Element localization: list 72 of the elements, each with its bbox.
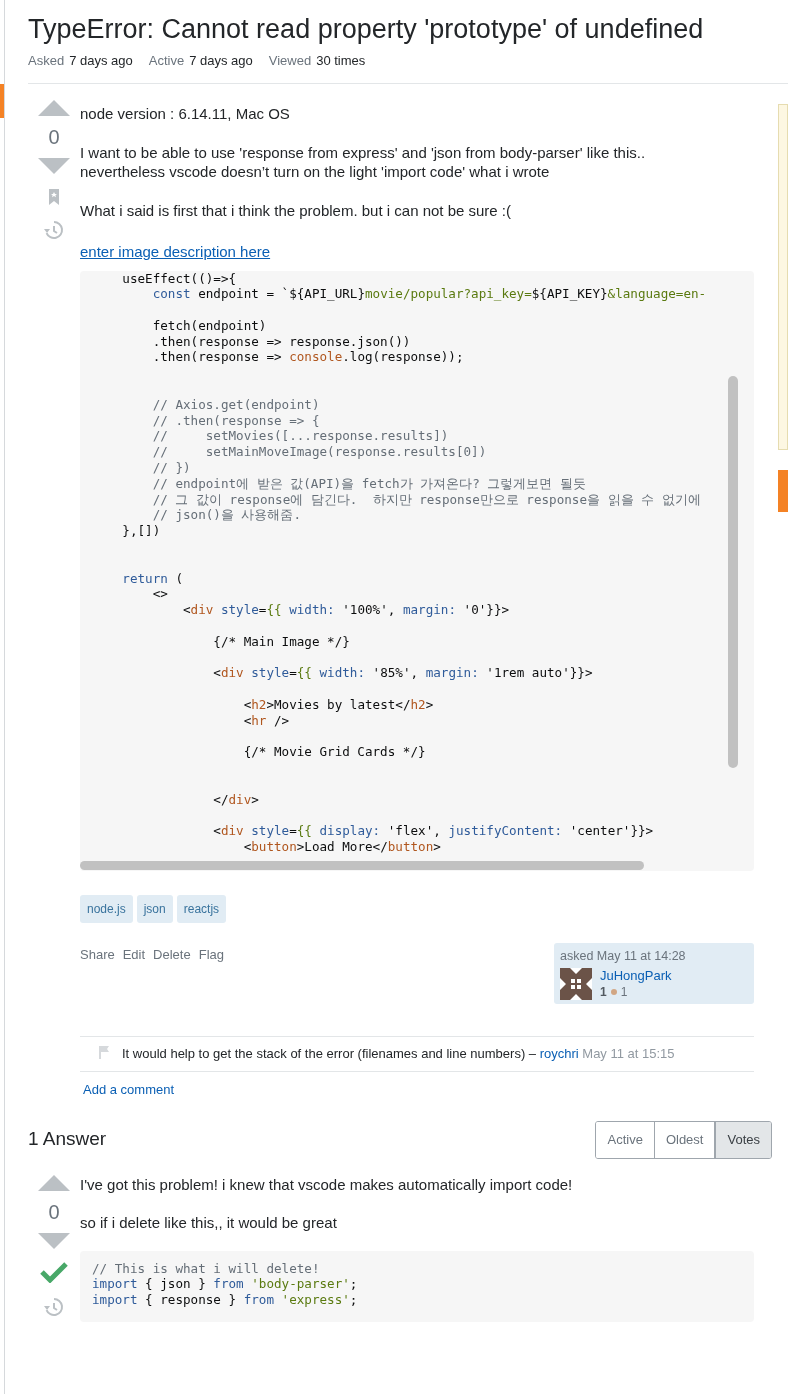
question-title: TypeError: Cannot read property 'prototype' of undefined bbox=[28, 13, 705, 46]
meta-value: 7 days ago bbox=[189, 52, 253, 70]
post-action-link[interactable]: Share bbox=[80, 944, 115, 964]
history-icon[interactable] bbox=[44, 219, 64, 240]
code-line: // This is what i will delete! bbox=[92, 1260, 321, 1277]
comment-author-link[interactable]: roychri bbox=[539, 1045, 579, 1061]
asked-time: asked May 11 at 14:28 bbox=[560, 947, 687, 964]
comment-text: It would help to get the stack of the error (filenames and line numbers) – roychri May 11 at 15:15 bbox=[122, 1044, 675, 1063]
post-action-link[interactable]: Delete bbox=[153, 944, 191, 964]
code-line: <div style={{ width: '85%', margin: '1rem auto'}}> bbox=[212, 665, 594, 682]
code-line: <button>Load More</button> bbox=[242, 839, 442, 855]
bookmark-icon[interactable] bbox=[48, 187, 60, 206]
question-paragraph: I want to be able to use 'response from express' and 'json from body-parser' like this.. nevertheless vscode doesn’t turn on the light 'import code' what i wrote bbox=[80, 142, 647, 181]
meta-label: Active bbox=[148, 52, 185, 70]
code-line: return ( bbox=[121, 570, 184, 587]
question-paragraph: What i said is first that i think the problem. but i can not be sure :( bbox=[80, 200, 513, 220]
tag[interactable]: json bbox=[136, 894, 173, 923]
vertical-scrollbar[interactable] bbox=[728, 375, 738, 768]
vote-count: 0 bbox=[48, 1199, 60, 1225]
tag[interactable]: reactjs bbox=[176, 894, 227, 923]
sidebar-button[interactable] bbox=[778, 470, 788, 512]
downvote-arrow-icon[interactable] bbox=[38, 1232, 70, 1249]
code-line: <div style={{ display: 'flex', justifyContent: 'center'}}> bbox=[212, 823, 655, 840]
code-line: import { response } from 'express'; bbox=[92, 1292, 359, 1308]
code-line: // .then(response => { bbox=[151, 412, 321, 429]
user-name-link[interactable]: JuHongPark bbox=[600, 967, 672, 984]
code-line: // endpoint에 받은 값(API)을 fetch가 가져온다? 그렇게보면 될듯 bbox=[151, 475, 587, 492]
code-line: <div style={{ width: '100%', margin: '0'}}> bbox=[182, 602, 511, 619]
vote-count: 0 bbox=[48, 124, 60, 150]
post-action-link[interactable]: Edit bbox=[122, 944, 146, 964]
post-action-link[interactable]: Flag bbox=[198, 944, 224, 964]
code-line: .then(response => console.log(response)); bbox=[151, 349, 465, 366]
code-line: // setMainMoveImage(response.results[0]) bbox=[151, 444, 488, 461]
code-line: // setMovies([...response.results]) bbox=[151, 428, 450, 445]
badge-count: 1 bbox=[620, 983, 628, 1000]
history-icon[interactable] bbox=[44, 1296, 64, 1317]
code-line: import { json } from 'body-parser'; bbox=[92, 1276, 359, 1293]
code-line: <h2>Movies by latest</h2> bbox=[242, 697, 435, 713]
active-indicator bbox=[0, 84, 4, 118]
answer-paragraph: so if i delete like this,, it would be great bbox=[80, 1212, 338, 1233]
flag-icon[interactable] bbox=[98, 1044, 110, 1059]
code-line: <> bbox=[151, 586, 169, 603]
code-line: fetch(endpoint) bbox=[151, 317, 268, 334]
code-line: {/* Main Image */} bbox=[212, 633, 351, 650]
code-line: useEffect(()=>{ bbox=[121, 270, 238, 287]
code-line: },[]) bbox=[121, 523, 162, 540]
code-line: // 그 값이 response에 담긴다. 하지만 response만으로 response을 읽을 수 없기에 bbox=[151, 491, 702, 508]
code-line: // }) bbox=[151, 460, 192, 476]
horizontal-scrollbar[interactable] bbox=[80, 860, 644, 870]
code-line: .then(response => response.json()) bbox=[151, 333, 412, 350]
code-line: // json()을 사용해줌. bbox=[151, 507, 303, 524]
meta-label: Viewed bbox=[268, 52, 312, 70]
code-line: {/* Movie Grid Cards */} bbox=[242, 744, 427, 761]
upvote-arrow-icon[interactable] bbox=[38, 1174, 70, 1191]
tag[interactable]: node.js bbox=[80, 894, 133, 923]
answers-heading: 1 Answer bbox=[28, 1127, 107, 1152]
code-line: </div> bbox=[212, 791, 260, 808]
add-comment-link[interactable]: Add a comment bbox=[83, 1079, 175, 1099]
meta-value: 7 days ago bbox=[69, 52, 133, 70]
code-line: const endpoint = `${API_URL}movie/popular?api_key=${API_KEY}&language=en- bbox=[151, 286, 708, 303]
upvote-arrow-icon[interactable] bbox=[38, 99, 70, 116]
meta-value: 30 times bbox=[316, 52, 366, 70]
answer-paragraph: I've got this problem! i knew that vscode makes automatically import code! bbox=[80, 1174, 574, 1195]
sort-tab[interactable]: Votes bbox=[714, 1121, 771, 1158]
reputation: 1 bbox=[600, 983, 607, 1000]
meta-label: Asked bbox=[28, 52, 65, 70]
image-link[interactable]: enter image description here bbox=[80, 241, 271, 262]
code-line: // Axios.get(endpoint) bbox=[151, 396, 321, 413]
code-line: <hr /> bbox=[242, 712, 291, 729]
avatar-icon[interactable] bbox=[560, 967, 592, 1000]
question-paragraph: node version : 6.14.11, Mac OS bbox=[80, 103, 291, 123]
downvote-arrow-icon[interactable] bbox=[38, 157, 70, 174]
